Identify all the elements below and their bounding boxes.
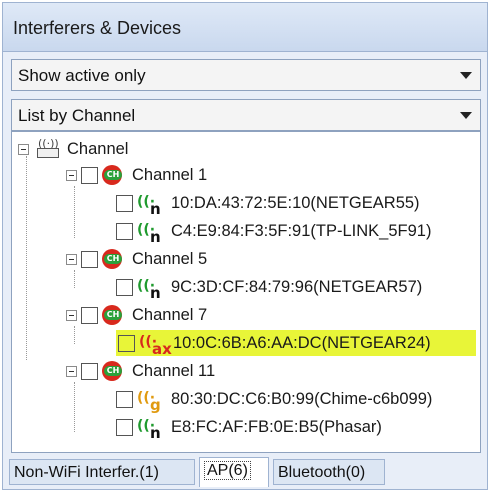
- channel-tree[interactable]: ((·)) Channel CH Channel 1 ((· n 10:DA:43…: [11, 131, 481, 453]
- tab-non-wifi-interferers[interactable]: Non-WiFi Interfer.(1): [9, 459, 195, 485]
- interferers-devices-panel: Interferers & Devices Show active only L…: [2, 2, 488, 490]
- device-label: E8:FC:AF:FB:0E:B5(Phasar): [171, 417, 382, 436]
- chevron-down-icon: [460, 112, 472, 119]
- wifi-ap-icon: ((· n: [137, 194, 161, 218]
- collapse-toggle[interactable]: [66, 253, 77, 265]
- device-item[interactable]: ((· n 10:DA:43:72:5E:10(NETGEAR55): [116, 190, 420, 218]
- device-checkbox[interactable]: [116, 418, 133, 436]
- tree-connector: [74, 382, 75, 432]
- collapse-toggle[interactable]: [18, 143, 29, 155]
- wifi-ap-icon: ((· g: [137, 390, 161, 414]
- channel-label: Channel 1: [132, 165, 208, 184]
- device-label: 9C:3D:CF:84:79:96(NETGEAR57): [171, 277, 423, 296]
- tree-connector: [74, 186, 75, 238]
- device-checkbox[interactable]: [116, 222, 133, 240]
- device-checkbox[interactable]: [116, 390, 133, 408]
- collapse-toggle[interactable]: [66, 169, 77, 181]
- tab-bluetooth[interactable]: Bluetooth(0): [273, 459, 385, 485]
- channel-label: Channel 11: [132, 361, 216, 380]
- tab-ap[interactable]: AP(6): [199, 457, 269, 487]
- chevron-down-icon: [460, 72, 472, 79]
- channel-checkbox[interactable]: [81, 166, 98, 184]
- tree-root-channel[interactable]: ((·)) Channel: [18, 136, 128, 162]
- channel-checkbox[interactable]: [81, 306, 98, 324]
- tree-connector: [74, 270, 75, 288]
- device-item-selected[interactable]: ((· ax 10:0C:6B:A6:AA:DC(NETGEAR24): [116, 330, 476, 358]
- channel-label: Channel 7: [132, 305, 208, 324]
- device-label: 10:0C:6B:A6:AA:DC(NETGEAR24): [173, 333, 431, 352]
- tab-label: Bluetooth(0): [278, 464, 366, 481]
- tab-label: AP(6): [204, 461, 251, 480]
- channel-checkbox[interactable]: [81, 250, 98, 268]
- tree-connector: [74, 326, 75, 344]
- wifi-ap-icon: ((· ax: [139, 334, 172, 358]
- collapse-toggle[interactable]: [66, 309, 77, 321]
- device-checkbox[interactable]: [118, 334, 135, 352]
- wifi-ap-icon: ((· n: [137, 418, 161, 442]
- device-item[interactable]: ((· n C4:E9:84:F3:5F:91(TP-LINK_5F91): [116, 218, 432, 246]
- device-checkbox[interactable]: [116, 194, 133, 212]
- device-label: C4:E9:84:F3:5F:91(TP-LINK_5F91): [171, 221, 432, 240]
- list-by-value: List by Channel: [18, 106, 136, 125]
- channel-node[interactable]: CH Channel 5: [66, 246, 207, 272]
- device-checkbox[interactable]: [116, 278, 133, 296]
- panel-title: Interferers & Devices: [13, 18, 182, 38]
- channel-icon: CH: [100, 303, 126, 327]
- tab-label: Non-WiFi Interfer.(1): [14, 464, 159, 481]
- channel-node[interactable]: CH Channel 11: [66, 358, 215, 384]
- tree-root-label: Channel: [67, 139, 129, 158]
- channel-label: Channel 5: [132, 249, 208, 268]
- router-icon: ((·)): [33, 137, 61, 160]
- tab-strip: Non-WiFi Interfer.(1) AP(6) Bluetooth(0): [5, 455, 485, 489]
- channel-icon: CH: [100, 163, 126, 187]
- device-label: 80:30:DC:C6:B0:99(Chime-c6b099): [171, 389, 433, 408]
- device-item[interactable]: ((· n 9C:3D:CF:84:79:96(NETGEAR57): [116, 274, 423, 302]
- channel-icon: CH: [100, 247, 126, 271]
- wifi-ap-icon: ((· n: [137, 278, 161, 302]
- collapse-toggle[interactable]: [66, 365, 77, 377]
- channel-node[interactable]: CH Channel 7: [66, 302, 207, 328]
- show-filter-dropdown[interactable]: Show active only: [11, 59, 481, 91]
- wifi-ap-icon: ((· n: [137, 222, 161, 246]
- device-label: 10:DA:43:72:5E:10(NETGEAR55): [171, 193, 420, 212]
- device-item[interactable]: ((· n E8:FC:AF:FB:0E:B5(Phasar): [116, 414, 382, 442]
- list-by-dropdown[interactable]: List by Channel: [11, 99, 481, 131]
- channel-checkbox[interactable]: [81, 362, 98, 380]
- channel-icon: CH: [100, 359, 126, 383]
- panel-header: Interferers & Devices: [3, 3, 487, 52]
- channel-node[interactable]: CH Channel 1: [66, 162, 207, 188]
- tree-connector: [26, 156, 27, 360]
- device-item[interactable]: ((· g 80:30:DC:C6:B0:99(Chime-c6b099): [116, 386, 433, 414]
- show-filter-value: Show active only: [18, 66, 146, 85]
